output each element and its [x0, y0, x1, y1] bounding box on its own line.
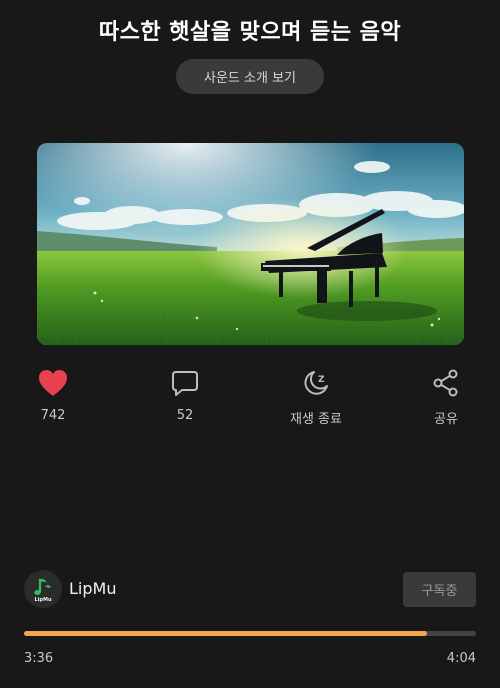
- page-title: 따스한 햇살을 맞으며 듣는 음악: [98, 20, 402, 45]
- elapsed-time: 3:36: [24, 651, 54, 666]
- sleep-timer-button[interactable]: Z 재생 종료: [276, 368, 356, 428]
- svg-text:LipMu: LipMu: [34, 597, 51, 603]
- music-note-logo-icon: LipMu: [34, 578, 52, 603]
- action-bar: 742 52 Z 재생 종료 공유: [0, 368, 500, 428]
- sleep-timer-label: 재생 종료: [290, 412, 342, 427]
- share-button[interactable]: 공유: [406, 368, 486, 428]
- progress-bar[interactable]: [24, 631, 476, 636]
- sound-intro-button[interactable]: 사운드 소개 보기: [176, 59, 324, 94]
- svg-text:Z: Z: [318, 375, 325, 385]
- comment-count: 52: [176, 408, 194, 423]
- sleep-timer-icon: Z: [301, 368, 331, 398]
- channel-name[interactable]: LipMu: [69, 579, 116, 598]
- progress-fill: [24, 631, 427, 636]
- subscribe-button[interactable]: 구독중: [403, 572, 476, 607]
- channel-row: LipMu LipMu 구독중: [24, 570, 476, 610]
- heart-icon: [38, 368, 68, 398]
- share-label: 공유: [434, 412, 458, 427]
- comment-button[interactable]: 52: [145, 368, 225, 428]
- share-icon: [431, 368, 461, 398]
- total-duration: 4:04: [446, 651, 476, 666]
- comment-icon: [170, 368, 200, 398]
- like-count: 742: [40, 408, 66, 423]
- like-button[interactable]: 742: [13, 368, 93, 428]
- artwork-image: [37, 143, 464, 345]
- channel-avatar[interactable]: LipMu: [24, 570, 62, 608]
